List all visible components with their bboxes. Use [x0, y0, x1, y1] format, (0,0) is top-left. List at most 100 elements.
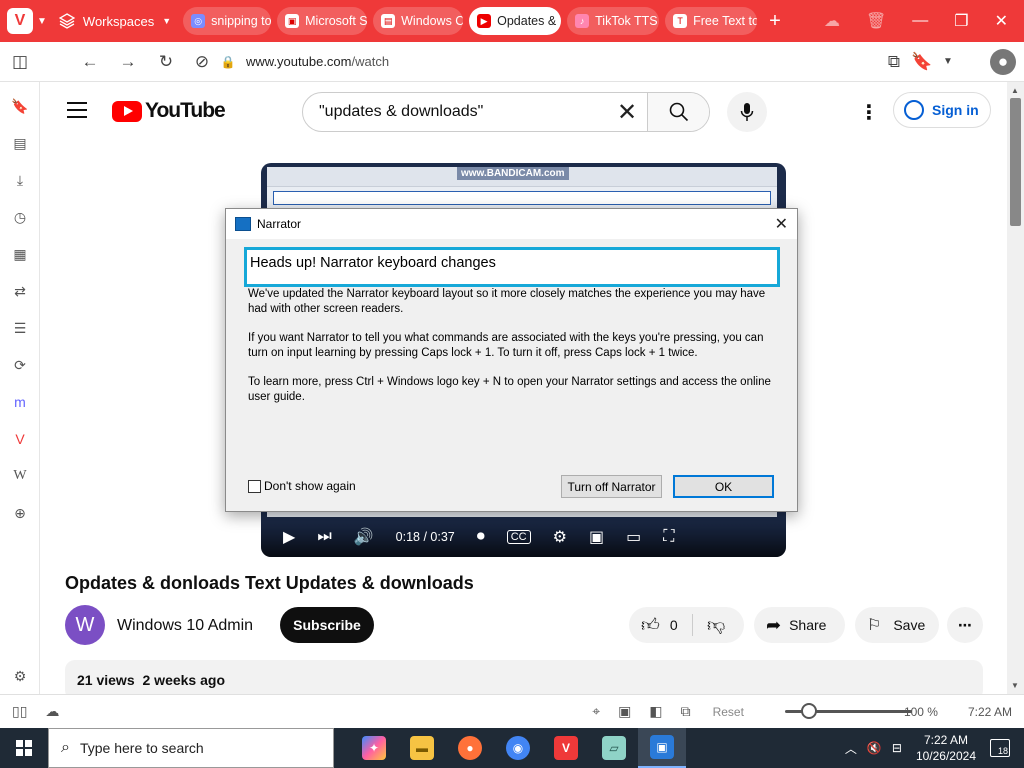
notification-center-icon[interactable]: 18	[990, 739, 1010, 757]
save-button[interactable]: ⚐ Save	[855, 607, 939, 643]
fullscreen-icon[interactable]: ⛶	[663, 528, 674, 546]
tab-snipping-tool[interactable]: ◎ snipping to	[183, 7, 272, 35]
start-button[interactable]	[0, 728, 48, 768]
sign-in-button[interactable]: Sign in	[893, 92, 991, 128]
ok-button[interactable]: OK	[673, 475, 774, 498]
sync-icon[interactable]: ⟳	[10, 355, 30, 375]
history-icon[interactable]: ◷	[10, 207, 30, 227]
channel-avatar[interactable]: W	[65, 605, 105, 645]
tab-tiktok-tts[interactable]: ♪ TikTok TTS	[567, 7, 660, 35]
reload-icon[interactable]: ↻	[154, 50, 178, 74]
close-icon[interactable]: ✕	[775, 214, 788, 234]
like-button[interactable]: 👍︎ 0	[629, 614, 693, 636]
scroll-down-icon[interactable]: ▼	[1011, 681, 1019, 690]
notes-icon[interactable]: ▦	[10, 244, 30, 264]
network-icon[interactable]: ⊟	[892, 741, 902, 755]
channel-name[interactable]: Windows 10 Admin	[117, 617, 253, 635]
more-actions-button[interactable]: ⋯	[947, 607, 983, 643]
cloud-icon[interactable]: ☁	[824, 11, 840, 31]
tab-microsoft[interactable]: ▣ Microsoft S	[277, 7, 368, 35]
hamburger-menu-icon[interactable]	[67, 102, 87, 118]
scroll-thumb[interactable]	[1010, 98, 1021, 226]
taskbar-chrome[interactable]: ◉	[494, 728, 542, 768]
zoom-slider-handle[interactable]	[801, 703, 817, 719]
miniplayer-icon[interactable]: ▣	[589, 527, 604, 547]
taskbar-vivaldi[interactable]: V	[542, 728, 590, 768]
voice-search-button[interactable]	[727, 92, 767, 132]
dont-show-again-checkbox[interactable]: Don't show again	[248, 479, 356, 493]
turn-off-narrator-button[interactable]: Turn off Narrator	[561, 475, 662, 498]
theater-mode-icon[interactable]: ▭	[626, 527, 641, 547]
microphone-icon	[740, 103, 754, 121]
bookmark-icon[interactable]: 🔖	[910, 50, 934, 74]
clear-search-icon[interactable]: ✕	[607, 98, 647, 127]
bookmarks-panel-icon[interactable]: 🔖	[10, 96, 30, 116]
scroll-up-icon[interactable]: ▲	[1011, 86, 1019, 95]
block-icon[interactable]: ⊘	[190, 50, 214, 74]
feed-icon[interactable]: ⧉	[882, 50, 906, 74]
youtube-logo[interactable]: YouTube	[112, 99, 226, 123]
window-panel-icon[interactable]: ☰	[10, 318, 30, 338]
workspaces-button[interactable]: Workspaces ▼	[58, 13, 172, 29]
wikipedia-icon[interactable]: W	[10, 466, 30, 486]
autoplay-toggle-icon[interactable]: ⏺	[477, 528, 485, 546]
search-input[interactable]: "updates & downloads"	[319, 103, 607, 121]
tab-free-text-to[interactable]: T Free Text to	[665, 7, 758, 35]
chevron-down-icon[interactable]: ▼	[936, 50, 960, 74]
taskbar-firefox[interactable]: ●	[446, 728, 494, 768]
vivaldi-icon[interactable]: V	[10, 429, 30, 449]
zoom-reset[interactable]: Reset	[713, 705, 744, 719]
chevron-down-icon: ▼	[162, 16, 172, 26]
image-settings-icon[interactable]: ⧉	[681, 703, 691, 720]
volume-muted-icon[interactable]: 🔇	[867, 741, 882, 755]
page-actions-icon[interactable]: ◧	[649, 703, 662, 720]
tab-label: Microsoft S	[305, 14, 368, 28]
tab-youtube-active[interactable]: ▶ Opdates &	[469, 7, 562, 35]
next-icon[interactable]: ⏭	[317, 528, 331, 546]
panel-toggle-icon[interactable]: ▯▯	[12, 703, 27, 720]
lock-icon[interactable]: 🔒	[216, 50, 240, 74]
reading-list-icon[interactable]: ▤	[10, 133, 30, 153]
vivaldi-menu-icon[interactable]: V	[7, 8, 33, 34]
volume-icon[interactable]: 🔊	[354, 527, 374, 547]
chevron-down-icon[interactable]: ▼	[37, 16, 47, 27]
panel-toggle-icon[interactable]: ◫	[8, 50, 32, 74]
maximize-icon[interactable]: ❐	[954, 11, 968, 31]
taskbar-narrator[interactable]: ▣	[638, 728, 686, 768]
tiling-icon[interactable]: ▣	[618, 703, 631, 720]
share-button[interactable]: ➦ Share	[754, 607, 845, 643]
dislike-button[interactable]: 👎︎	[693, 614, 725, 636]
taskbar-file-explorer[interactable]: ▬	[398, 728, 446, 768]
trash-icon[interactable]: 🗑	[866, 11, 886, 31]
taskbar-notepad[interactable]: ▱	[590, 728, 638, 768]
downloads-icon[interactable]: ⤓	[10, 170, 30, 190]
tab-windows[interactable]: ▤ Windows C	[373, 7, 464, 35]
settings-icon[interactable]: ⚙	[553, 527, 567, 547]
page-scrollbar[interactable]: ▲ ▼	[1007, 82, 1024, 694]
forward-icon[interactable]: →	[116, 50, 140, 74]
taskbar-copilot[interactable]: ✦	[350, 728, 398, 768]
translate-icon[interactable]: ⇄	[10, 281, 30, 301]
mastodon-icon[interactable]: m	[10, 392, 30, 412]
subscribe-button[interactable]: Subscribe	[280, 607, 374, 643]
more-options-icon[interactable]: ⋮	[859, 100, 879, 125]
captions-icon[interactable]: CC	[506, 530, 531, 544]
search-button[interactable]	[647, 93, 709, 131]
minimize-icon[interactable]: —	[912, 12, 928, 30]
url-field[interactable]: www.youtube.com/watch	[246, 54, 389, 69]
back-icon[interactable]: ←	[78, 50, 102, 74]
sync-cloud-icon[interactable]: ☁	[45, 703, 59, 720]
close-icon[interactable]: ✕	[995, 11, 1008, 31]
taskbar-search[interactable]: ⌕ Type here to search	[48, 728, 334, 768]
profile-icon[interactable]: ●	[990, 48, 1016, 75]
new-tab-icon[interactable]: +	[769, 10, 781, 33]
add-panel-icon[interactable]: ⊕	[10, 503, 30, 523]
description-box[interactable]: 21 views 2 weeks ago	[65, 660, 983, 694]
checkbox-label: Don't show again	[264, 479, 356, 493]
settings-icon[interactable]: ⚙	[10, 666, 30, 686]
chevron-up-icon[interactable]: ︿	[845, 740, 857, 757]
taskbar-clock[interactable]: 7:22 AM 10/26/2024	[916, 732, 976, 764]
checkbox-box[interactable]	[248, 479, 261, 493]
play-icon[interactable]: ▶	[283, 527, 295, 547]
capture-icon[interactable]: ⌖	[592, 703, 600, 720]
